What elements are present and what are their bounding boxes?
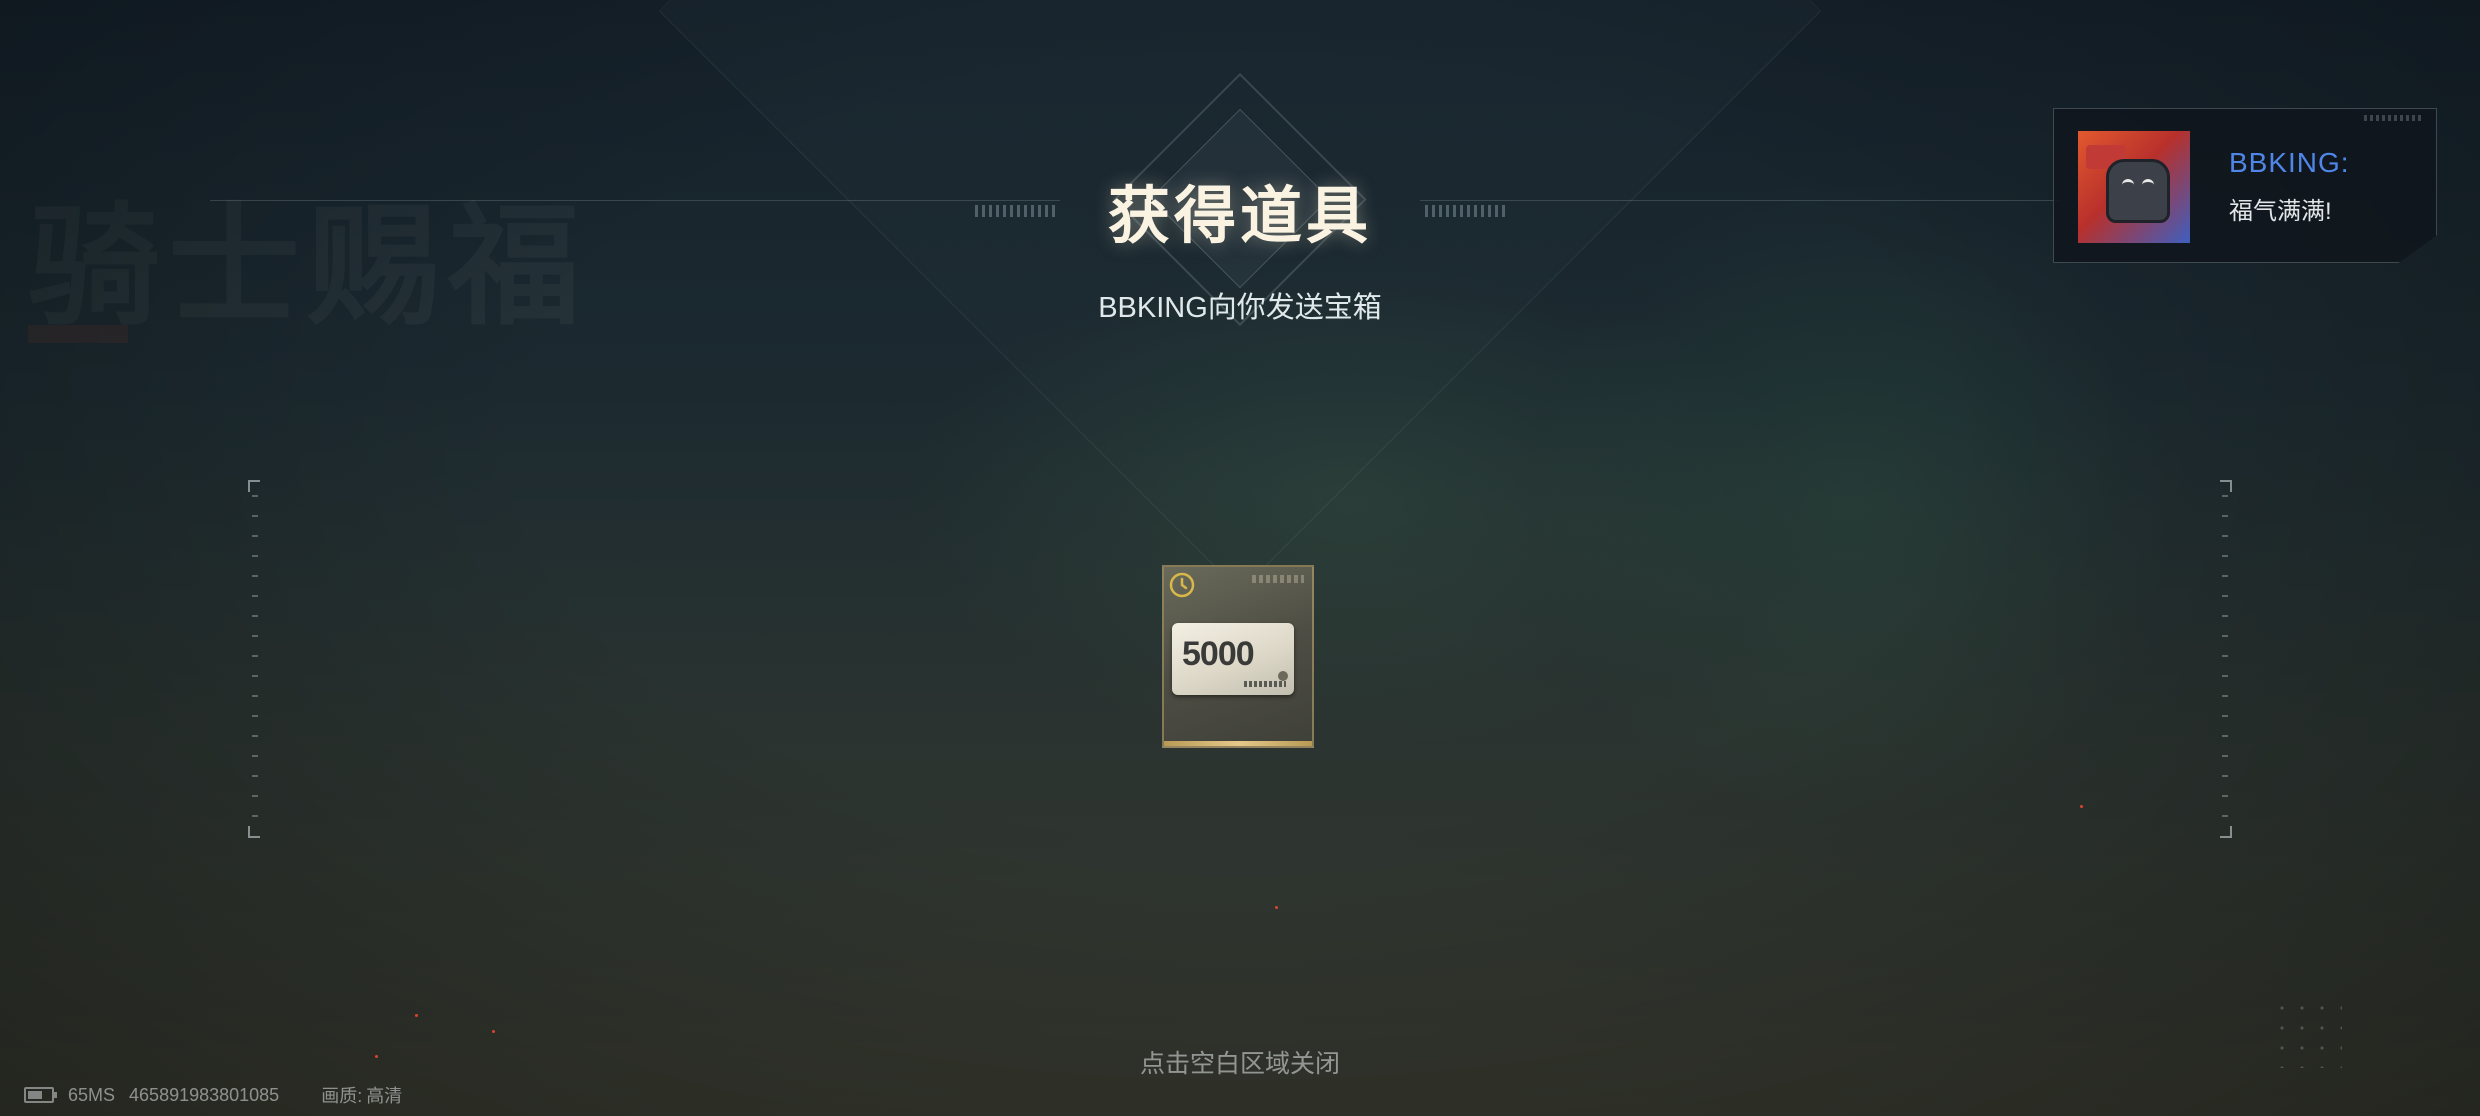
clock-icon (1169, 572, 1195, 598)
ember-particle (415, 1014, 418, 1017)
card-tag (1252, 575, 1304, 583)
ticket-barcode (1244, 681, 1286, 687)
corner-dot-grid (2272, 998, 2342, 1068)
sender-avatar (2078, 131, 2190, 243)
avatar-eye (2142, 179, 2154, 189)
frame-dash-left (252, 495, 258, 825)
reward-item-card[interactable]: 5000 (1162, 565, 1314, 748)
chat-message: 福气满满! (2229, 198, 2332, 225)
ticket-emblem-icon (1278, 671, 1288, 681)
ember-particle (1275, 906, 1278, 909)
avatar-eye (2122, 179, 2134, 189)
ember-particle (2080, 805, 2083, 808)
status-bar: 65MS 465891983801085 画质: 高清 (24, 1082, 402, 1108)
card-rarity-bar (1164, 741, 1312, 746)
toast-mark (2364, 115, 2424, 121)
quality-label: 画质: (321, 1086, 363, 1106)
chat-toast[interactable]: BBKING: 福气满满! (2053, 108, 2437, 263)
close-hint: 点击空白区域关闭 (1139, 1050, 1340, 1078)
frame-corner-bottom-left (248, 826, 260, 838)
quality-value: 高清 (366, 1086, 403, 1106)
avatar-robot (2106, 159, 2170, 223)
battery-icon (24, 1087, 57, 1103)
chat-sender-name: BBKING: (2229, 147, 2350, 178)
popup-subtitle: BBKING向你发送宝箱 (1098, 292, 1382, 324)
frame-corner-top-left (248, 480, 260, 492)
frame-corner-bottom-right (2220, 826, 2232, 838)
ember-particle (375, 1055, 378, 1058)
player-id: 465891983801085 (129, 1084, 280, 1105)
frame-dash-right (2222, 495, 2228, 825)
latency: 65MS (68, 1084, 116, 1105)
coupon-ticket-icon: 5000 (1172, 623, 1294, 695)
item-value: 5000 (1182, 635, 1255, 673)
frame-corner-top-right (2220, 480, 2232, 492)
ember-particle (492, 1030, 495, 1033)
